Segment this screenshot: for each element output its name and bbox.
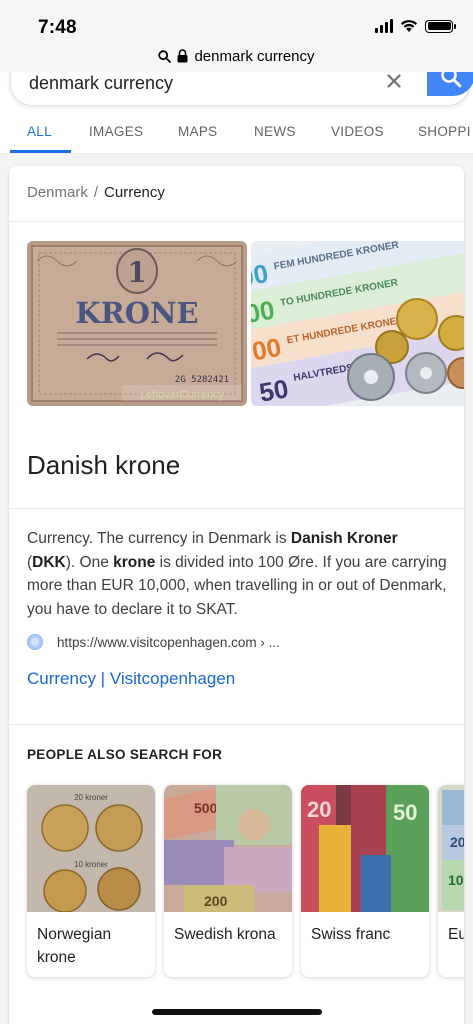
search-area: denmark currency	[0, 72, 473, 112]
description-bold: Danish Kroner	[290, 530, 398, 547]
image-caption: 50	[393, 800, 417, 825]
image-caption: 200	[204, 893, 228, 909]
knowledge-panel: Denmark / Currency 1 KRONE 2G 5282421 Left…	[9, 166, 464, 1024]
home-indicator[interactable]	[152, 1009, 322, 1015]
related-entity-card[interactable]: 20 kroner 10 kroner Norwegian krone	[27, 785, 155, 977]
euro-image: 20 100	[438, 785, 464, 912]
note-number-3: 00	[251, 332, 283, 367]
swedish-krona-image: 500 200	[164, 785, 292, 915]
note-serial: 2G 5282421	[175, 375, 229, 385]
status-icons	[375, 19, 456, 33]
related-entity-card[interactable]: 500 200 Swedish krona	[164, 785, 292, 977]
note-text: KRONE	[75, 296, 198, 330]
description-text: Currency. The currency in Denmark is	[27, 530, 291, 547]
breadcrumb-parent[interactable]: Denmark	[27, 184, 88, 201]
search-box: denmark currency	[10, 72, 473, 106]
image-caption: 500	[194, 800, 218, 816]
divider	[9, 508, 464, 509]
related-entity-label: Euro	[448, 926, 464, 943]
active-tab-indicator	[10, 150, 71, 153]
danish-banknotes-image[interactable]: 00 FEM HUNDREDE KRONER 00 TO HUNDREDE KR…	[251, 241, 464, 406]
related-entity-card[interactable]: 20 100 Euro	[438, 785, 464, 977]
note-number-4: 50	[257, 373, 291, 406]
tab-images[interactable]: IMAGES	[89, 124, 143, 139]
source-link[interactable]: Currency | Visitcopenhagen	[27, 669, 235, 689]
search-input[interactable]: denmark currency	[29, 73, 173, 94]
related-entity-label: Swedish krona	[174, 926, 276, 943]
image-caption: 20	[450, 834, 464, 850]
krone-banknote-image[interactable]: 1 KRONE 2G 5282421 LeftoverCurrency	[27, 241, 247, 406]
search-icon	[441, 72, 462, 88]
breadcrumb: Denmark / Currency	[27, 184, 165, 201]
breadcrumb-separator: /	[93, 184, 99, 201]
image-caption: 10 kroner	[74, 860, 108, 869]
url-text: denmark currency	[194, 47, 315, 65]
cellular-signal-icon	[375, 19, 393, 33]
battery-icon	[425, 19, 456, 33]
clear-search-button[interactable]	[383, 72, 405, 92]
close-icon	[387, 74, 401, 88]
image-watermark: LeftoverCurrency	[140, 389, 225, 401]
search-tabs: ALL IMAGES MAPS NEWS VIDEOS SHOPPI	[0, 112, 473, 154]
description-text: ). One	[65, 553, 114, 571]
note-denomination: 1	[127, 256, 146, 289]
tab-all[interactable]: ALL	[27, 124, 52, 139]
status-bar: 7:48	[0, 0, 473, 40]
description-bold: krone	[113, 553, 156, 571]
globe-icon	[27, 634, 43, 650]
search-icon	[158, 49, 172, 63]
people-also-search-header: PEOPLE ALSO SEARCH FOR	[27, 747, 223, 762]
related-entity-label: Swiss franc	[311, 926, 391, 943]
search-button[interactable]	[427, 72, 473, 96]
description-bold: DKK	[32, 553, 66, 571]
related-entity-label: Norwegian krone	[37, 926, 112, 966]
tab-news[interactable]: NEWS	[254, 124, 296, 139]
tab-shopping[interactable]: SHOPPI	[418, 124, 471, 139]
wifi-icon	[400, 20, 418, 32]
lock-icon	[177, 49, 188, 63]
norwegian-krone-image: 20 kroner 10 kroner	[27, 785, 155, 913]
divider	[9, 221, 464, 222]
entity-title: Danish krone	[27, 450, 181, 480]
source-url[interactable]: https://www.visitcopenhagen.com › ...	[57, 635, 280, 650]
url-bar[interactable]: denmark currency	[0, 40, 473, 72]
image-caption: 100	[448, 872, 464, 888]
image-caption: 20 kroner	[74, 793, 108, 802]
tab-videos[interactable]: VIDEOS	[331, 124, 384, 139]
source-row[interactable]: https://www.visitcopenhagen.com › ...	[27, 634, 280, 650]
related-entity-card[interactable]: 20 50 Swiss franc	[301, 785, 429, 977]
tab-maps[interactable]: MAPS	[178, 124, 217, 139]
status-time: 7:48	[38, 17, 77, 38]
swiss-franc-image: 20 50	[301, 785, 429, 912]
description: Currency. The currency in Denmark is Dan…	[27, 527, 447, 621]
breadcrumb-current: Currency	[104, 184, 165, 201]
image-caption: 20	[307, 797, 331, 822]
divider	[9, 724, 464, 725]
